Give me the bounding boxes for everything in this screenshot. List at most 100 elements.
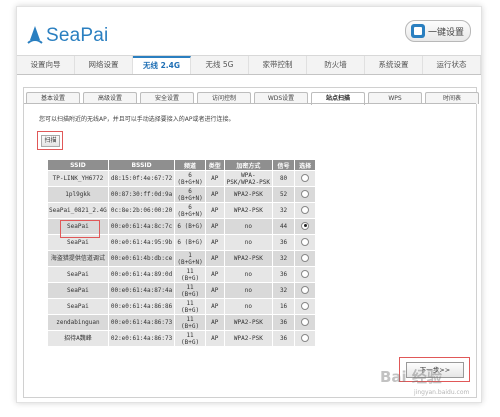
- select-radio[interactable]: [301, 333, 310, 342]
- table-row[interactable]: 1pl9gkk 00:87:30:ff:0d:9a 6 (B+G+N) AP WPA2-…: [47, 186, 316, 203]
- cell-bssid: 00:e0:61:4a:87:4a: [107, 282, 176, 299]
- cell-ssid: TP-LINK_YH6772: [47, 170, 109, 187]
- quick-setup-label: 一键设置: [428, 27, 465, 38]
- cell-encrypt: no: [223, 298, 273, 315]
- cell-bssid: 02:e0:61:4a:86:73: [107, 330, 176, 347]
- scan-hint-text: 您可以扫描附近的无线AP，并且可以手动选择要接入的AP或者进行连接。: [39, 116, 235, 123]
- column-header: BSSID: [107, 159, 176, 171]
- cell-signal: 80: [271, 170, 296, 187]
- column-header: 加密方式: [223, 159, 273, 171]
- cell-encrypt: WPA-PSK/WPA2-PSK: [223, 170, 273, 187]
- cell-encrypt: no: [223, 218, 273, 235]
- cell-signal: 44: [271, 218, 296, 235]
- table-row[interactable]: zendabinguan 00:e0:61:4a:86:73 11 (B+G) AP W…: [47, 314, 316, 331]
- cell-bssid: 00:e0:61:4a:89:0d: [107, 266, 176, 283]
- table-row[interactable]: SeaPai 00:e0:61:4a:87:4a 11 (B+G) AP no 32: [47, 282, 316, 299]
- cell-channel: 11 (B+G): [174, 314, 206, 331]
- main-nav-item[interactable]: 无线 5G: [191, 56, 249, 74]
- table-row[interactable]: SeaPai 00:e0:61:4a:89:0d 11 (B+G) AP no 36: [47, 266, 316, 283]
- cell-ssid: zendabinguan: [47, 314, 109, 331]
- cell-encrypt: WPA2-PSK: [223, 186, 273, 203]
- select-radio[interactable]: [301, 269, 310, 278]
- cell-type: AP: [204, 330, 225, 347]
- main-nav-item[interactable]: 系统设置: [365, 56, 423, 74]
- cell-encrypt: no: [223, 282, 273, 299]
- table-row[interactable]: SeaPai 00:e0:61:4a:8c:7c 6 (B+G) AP no 44: [47, 218, 316, 235]
- select-radio[interactable]: [301, 253, 310, 262]
- table-row[interactable]: 海盗猎提供信道调试 00:e0:61:4b:db:ce 1 (B+G+N) AP WPA…: [47, 250, 316, 267]
- cell-select: [294, 218, 316, 235]
- cell-select: [294, 234, 316, 251]
- cell-signal: 52: [271, 186, 296, 203]
- cell-encrypt: WPA2-PSK: [223, 330, 273, 347]
- cell-bssid: 00:e0:61:4b:db:ce: [107, 250, 176, 267]
- cell-ssid: 招待A魏峰: [47, 330, 109, 347]
- cell-select: [294, 282, 316, 299]
- cell-channel: 6 (B+G): [174, 218, 206, 235]
- cell-bssid: 00:e0:61:4a:86:86: [107, 298, 176, 315]
- main-nav-item[interactable]: 家带控制: [249, 56, 307, 74]
- table-row[interactable]: 招待A魏峰 02:e0:61:4a:86:73 11 (B+G) AP WPA2-PSK…: [47, 330, 316, 347]
- cell-signal: 36: [271, 314, 296, 331]
- watermark-logo: Bai 经验: [380, 368, 442, 386]
- cell-select: [294, 266, 316, 283]
- table-row[interactable]: SeaPai 00:e0:61:4a:95:9b 6 (B+G) AP no 36: [47, 234, 316, 251]
- cell-channel: 6 (B+G+N): [174, 186, 206, 203]
- main-nav-item[interactable]: 网络设置: [75, 56, 133, 74]
- main-nav: 设置向导 网络设置 无线 2.4G 无线 5G 家带控制 防火墙 系统设置 运行状态: [17, 55, 481, 75]
- main-nav-item[interactable]: 防火墙: [307, 56, 365, 74]
- cell-bssid: 00:e0:61:4a:86:73: [107, 314, 176, 331]
- cell-select: [294, 330, 316, 347]
- select-radio[interactable]: [301, 221, 310, 230]
- select-radio[interactable]: [301, 317, 310, 326]
- cell-type: AP: [204, 202, 225, 219]
- table-row[interactable]: TP-LINK_YH6772 d8:15:0f:4e:67:72 6 (B+G+N)…: [47, 170, 316, 187]
- main-nav-item[interactable]: 无线 2.4G: [133, 56, 191, 74]
- main-nav-item[interactable]: 设置向导: [17, 56, 75, 74]
- column-header: 信号: [271, 159, 296, 171]
- select-radio[interactable]: [301, 189, 310, 198]
- column-header: SSID: [47, 159, 109, 171]
- cell-ssid: SeaPai: [47, 298, 109, 315]
- cell-type: AP: [204, 266, 225, 283]
- table-row[interactable]: SeaPai 00:e0:61:4a:86:86 11 (B+G) AP no 16: [47, 298, 316, 315]
- cell-select: [294, 314, 316, 331]
- cell-signal: 32: [271, 250, 296, 267]
- quick-setup-button[interactable]: 一键设置: [405, 20, 471, 42]
- ap-list-table: SSID BSSID 频道 类型 加密方式 信号 选择 TP-LINK_YH6772 d8:1…: [47, 159, 316, 347]
- cell-channel: 11 (B+G): [174, 330, 206, 347]
- cell-signal: 32: [271, 282, 296, 299]
- main-nav-item[interactable]: 运行状态: [423, 56, 481, 74]
- select-radio[interactable]: [301, 285, 310, 294]
- seapai-logo-icon: [27, 26, 43, 44]
- select-radio[interactable]: [301, 173, 310, 182]
- select-radio[interactable]: [301, 237, 310, 246]
- cell-encrypt: WPA2-PSK: [223, 250, 273, 267]
- column-header: 选择: [294, 159, 316, 171]
- cell-type: AP: [204, 218, 225, 235]
- cell-ssid: SeaPai: [47, 266, 109, 283]
- cell-bssid: 00:e0:61:4a:95:9b: [107, 234, 176, 251]
- cell-channel: 6 (B+G+N): [174, 170, 206, 187]
- cell-signal: 36: [271, 330, 296, 347]
- cell-select: [294, 250, 316, 267]
- cell-encrypt: WPA2-PSK: [223, 314, 273, 331]
- watermark-url: jingyan.baidu.com: [414, 389, 470, 396]
- cell-ssid: SeaPai: [47, 218, 109, 235]
- cell-signal: 16: [271, 298, 296, 315]
- cell-type: AP: [204, 186, 225, 203]
- cell-encrypt: no: [223, 234, 273, 251]
- select-radio[interactable]: [301, 205, 310, 214]
- table-header-row: SSID BSSID 频道 类型 加密方式 信号 选择: [47, 159, 316, 171]
- table-row[interactable]: SeaPai_0821_2.4G 0c:8e:2b:06:00:20 6 (B+G+…: [47, 202, 316, 219]
- cell-select: [294, 186, 316, 203]
- brand-name: SeaPai: [46, 25, 109, 46]
- cell-type: AP: [204, 282, 225, 299]
- cell-type: AP: [204, 314, 225, 331]
- cell-type: AP: [204, 298, 225, 315]
- cell-encrypt: WPA2-PSK: [223, 202, 273, 219]
- cell-bssid: 00:e0:61:4a:8c:7c: [107, 218, 176, 235]
- select-radio[interactable]: [301, 301, 310, 310]
- cell-channel: 6 (B+G): [174, 234, 206, 251]
- setup-icon: [411, 24, 425, 38]
